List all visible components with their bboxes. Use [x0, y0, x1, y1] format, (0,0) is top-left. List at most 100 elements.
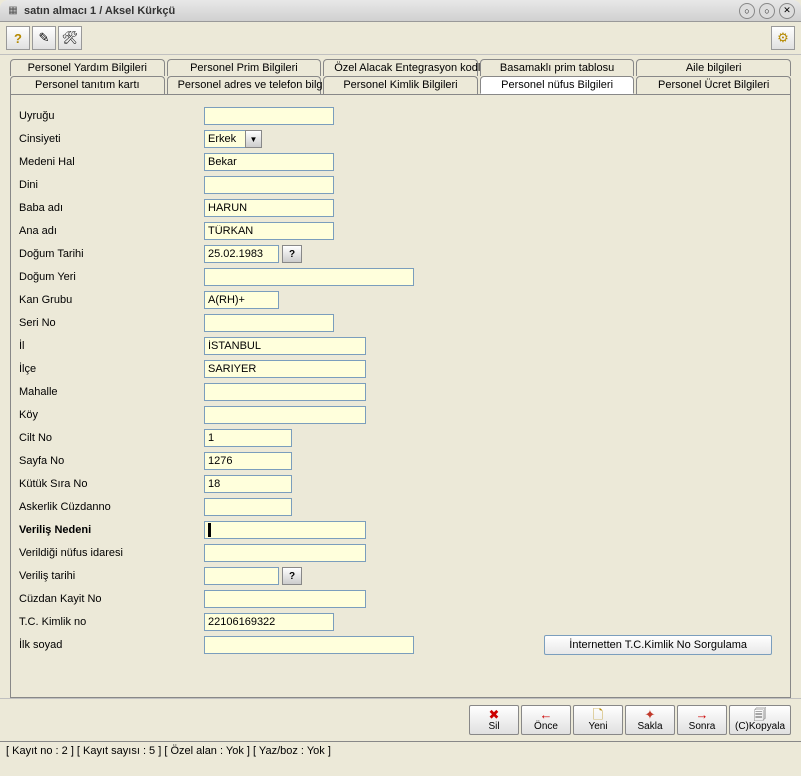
input-cinsiyeti[interactable] [204, 130, 246, 148]
input-dogumyeri[interactable] [204, 268, 414, 286]
input-kangrubu[interactable] [204, 291, 279, 309]
input-ilksoyad[interactable] [204, 636, 414, 654]
tab-aile[interactable]: Aile bilgileri [636, 59, 791, 76]
minimize-button[interactable]: ○ [739, 3, 755, 19]
label-askerlikcuzdanno: Askerlik Cüzdanno [19, 501, 204, 513]
input-ilce[interactable] [204, 360, 366, 378]
label-ilksoyad: İlk soyad [19, 639, 204, 651]
toolbar: ? ✎ 🛠 ⚙ [0, 22, 801, 55]
yeni-button[interactable]: 🗋 Yeni [573, 705, 623, 735]
tab-yardim[interactable]: Personel Yardım Bilgileri [10, 59, 165, 76]
text-cursor-icon [208, 523, 211, 537]
input-askerlikcuzdanno[interactable] [204, 498, 292, 516]
row-verilistarihi: Veriliş tarihi ? [19, 565, 782, 587]
sakla-button[interactable]: ✦ Sakla [625, 705, 675, 735]
label-kutuksirano: Kütük Sıra No [19, 478, 204, 490]
internet-tckimlik-button[interactable]: İnternetten T.C.Kimlik No Sorgulama [544, 635, 772, 655]
once-label: Önce [534, 721, 558, 732]
input-mahalle[interactable] [204, 383, 366, 401]
input-serino[interactable] [204, 314, 334, 332]
label-ciltno: Cilt No [19, 432, 204, 444]
input-tckimlikno[interactable] [204, 613, 334, 631]
tool-icon[interactable]: 🛠 [58, 26, 82, 50]
row-dini: Dini [19, 174, 782, 196]
tab-nufus[interactable]: Personel nüfus Bilgileri [480, 76, 635, 94]
row-dogumtarihi: Doğum Tarihi ? [19, 243, 782, 265]
arrow-right-icon: → [696, 708, 709, 721]
input-cuzdankayitno[interactable] [204, 590, 366, 608]
label-cuzdankayitno: Cüzdan Kayit No [19, 593, 204, 605]
edit-icon[interactable]: ✎ [32, 26, 56, 50]
label-verildiginufusidaresi: Verildiği nüfus idaresi [19, 547, 204, 559]
sil-button[interactable]: ✖ Sil [469, 705, 519, 735]
tab-tanitim[interactable]: Personel tanıtım kartı [10, 76, 165, 94]
date-picker-dogumtarihi-icon[interactable]: ? [282, 245, 302, 263]
input-medenihal[interactable] [204, 153, 334, 171]
row-dogumyeri: Doğum Yeri [19, 266, 782, 288]
tab-prim[interactable]: Personel Prim Bilgileri [167, 59, 322, 76]
tab-ozel-alacak[interactable]: Özel Alacak Entegrasyon kodları [323, 59, 478, 76]
maximize-button[interactable]: ○ [759, 3, 775, 19]
input-ciltno[interactable] [204, 429, 292, 447]
row-verildiginufusidaresi: Verildiği nüfus idaresi [19, 542, 782, 564]
label-babaadi: Baba adı [19, 202, 204, 214]
label-ilce: İlçe [19, 363, 204, 375]
label-koy: Köy [19, 409, 204, 421]
tab-basamakli[interactable]: Basamaklı prim tablosu [480, 59, 635, 76]
help-icon[interactable]: ? [6, 26, 30, 50]
input-babaadi[interactable] [204, 199, 334, 217]
window-controls: ○ ○ ✕ [739, 3, 795, 19]
label-anaadi: Ana adı [19, 225, 204, 237]
input-verilistarihi[interactable] [204, 567, 279, 585]
row-ciltno: Cilt No [19, 427, 782, 449]
tab-adres[interactable]: Personel adres ve telefon bilgileri [167, 76, 322, 94]
tab-kimlik[interactable]: Personel Kimlik Bilgileri [323, 76, 478, 94]
row-cuzdankayitno: Cüzdan Kayit No [19, 588, 782, 610]
dropdown-cinsiyeti-icon[interactable]: ▼ [245, 130, 262, 148]
bottom-toolbar: ✖ Sil ← Önce 🗋 Yeni ✦ Sakla → Sonra 🗐 (C… [0, 698, 801, 741]
input-uyrugu[interactable] [204, 107, 334, 125]
label-tckimlikno: T.C. Kimlik no [19, 616, 204, 628]
input-sayfano[interactable] [204, 452, 292, 470]
input-anaadi[interactable] [204, 222, 334, 240]
label-dogumtarihi: Doğum Tarihi [19, 248, 204, 260]
label-cinsiyeti: Cinsiyeti [19, 133, 204, 145]
sonra-label: Sonra [689, 721, 716, 732]
input-kutuksirano[interactable] [204, 475, 292, 493]
save-icon: ✦ [645, 708, 656, 721]
window-title: satın almacı 1 / Aksel Kürkçü [24, 5, 739, 17]
input-koy[interactable] [204, 406, 366, 424]
input-dogumtarihi[interactable] [204, 245, 279, 263]
row-verilisnedeni: Veriliş Nedeni [19, 519, 782, 541]
tabs-row-2: Personel tanıtım kartı Personel adres ve… [0, 76, 801, 94]
label-dogumyeri: Doğum Yeri [19, 271, 204, 283]
sonra-button[interactable]: → Sonra [677, 705, 727, 735]
input-dini[interactable] [204, 176, 334, 194]
input-il[interactable] [204, 337, 366, 355]
row-uyrugu: Uyruğu [19, 105, 782, 127]
tab-ucret[interactable]: Personel Ücret Bilgileri [636, 76, 791, 94]
row-kangrubu: Kan Grubu [19, 289, 782, 311]
close-button[interactable]: ✕ [779, 3, 795, 19]
row-babaadi: Baba adı [19, 197, 782, 219]
titlebar: ▦ satın almacı 1 / Aksel Kürkçü ○ ○ ✕ [0, 0, 801, 22]
kopyala-button[interactable]: 🗐 (C)Kopyala [729, 705, 791, 735]
row-mahalle: Mahalle [19, 381, 782, 403]
date-picker-verilistarihi-icon[interactable]: ? [282, 567, 302, 585]
settings-icon[interactable]: ⚙ [771, 26, 795, 50]
row-tckimlikno: T.C. Kimlik no [19, 611, 782, 633]
label-mahalle: Mahalle [19, 386, 204, 398]
row-anaadi: Ana adı [19, 220, 782, 242]
label-uyrugu: Uyruğu [19, 110, 204, 122]
label-serino: Seri No [19, 317, 204, 329]
row-askerlikcuzdanno: Askerlik Cüzdanno [19, 496, 782, 518]
input-verilisnedeni[interactable] [204, 521, 366, 539]
kopyala-label: (C)Kopyala [735, 721, 785, 732]
label-medenihal: Medeni Hal [19, 156, 204, 168]
form-area: Uyruğu Cinsiyeti ▼ Medeni Hal Dini Baba … [10, 94, 791, 698]
once-button[interactable]: ← Önce [521, 705, 571, 735]
label-verilistarihi: Veriliş tarihi [19, 570, 204, 582]
input-verildiginufusidaresi[interactable] [204, 544, 366, 562]
label-kangrubu: Kan Grubu [19, 294, 204, 306]
status-bar: [ Kayıt no : 2 ] [ Kayıt sayısı : 5 ] [ … [0, 741, 801, 760]
